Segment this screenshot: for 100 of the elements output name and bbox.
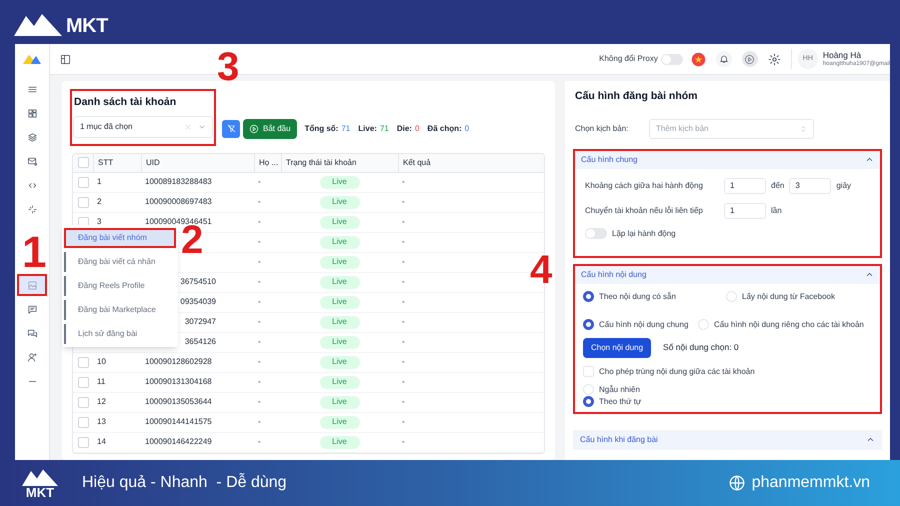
mail-icon [26,156,38,166]
account-select[interactable]: 1 mục đã chọn [73,116,213,138]
row-checkbox[interactable] [78,396,88,408]
table-cell: 100090128602928 [145,357,212,366]
table-cell: 11 [97,377,106,386]
table-cell: 13 [97,417,106,426]
logo-text: MKT [66,16,108,36]
play-icon[interactable] [742,51,758,67]
radio-button[interactable] [583,319,594,330]
radio-button[interactable] [583,291,594,302]
table-cell: - [258,237,261,246]
column-header: Họ ... [259,156,278,169]
status-badge: Live [320,436,360,449]
submenu-item[interactable]: Đăng bài viết nhóm [64,228,176,248]
radio-label: Cấu hình nội dung riêng cho các tài khoản [714,318,864,331]
table-cell: 36754510 [180,277,216,286]
section-header[interactable]: Cấu hình nội dung [575,266,880,284]
number-field[interactable]: 1 [724,178,766,194]
submenu-item[interactable]: Đăng bài viết cá nhân [64,252,176,272]
settings-icon[interactable] [768,52,781,66]
table-cell: 100090144141575 [145,417,212,426]
table-cell: 14 [97,437,106,446]
table-cell: - [402,417,405,426]
choose-content-button[interactable]: Chọn nội dung [583,338,652,358]
table-cell: - [258,257,261,266]
stat-value: 71 [380,122,389,135]
bell-icon[interactable] [716,51,732,67]
radio-label: Ngẫu nhiên [599,384,640,396]
table-cell: 100090135053644 [145,397,212,406]
logo-mountains-icon [12,12,64,36]
column-header: STT [98,156,114,169]
annotation-number: 1 [22,231,46,275]
table-cell: - [258,277,261,286]
section-header[interactable]: Cấu hình chung [575,150,880,169]
proxy-toggle[interactable] [660,54,683,64]
table-cell: - [402,277,405,286]
column-header: Kết quả [403,156,431,169]
table-cell: 3 [97,217,102,226]
table-cell: 12 [97,397,106,406]
number-field[interactable]: 3 [789,178,832,194]
row-checkbox[interactable] [78,376,88,388]
submenu-item[interactable]: Đăng Reels Profile [64,276,176,296]
column-header: UID [146,156,160,169]
table-cell: 100090131304168 [145,377,212,386]
table-cell: - [402,237,405,246]
start-button[interactable]: Bắt đầu [243,118,297,139]
panel-icon [60,54,71,64]
table-cell: - [402,197,405,206]
table-cell: - [402,397,405,406]
clear-icon[interactable] [184,122,192,131]
status-badge: Live [320,416,360,429]
annotation-number: 3 [217,47,240,87]
table-cell: - [258,377,261,386]
table-cell: - [402,337,405,346]
table-cell: 2 [97,197,102,206]
table-cell: 100090008697483 [145,197,212,206]
stat-value: 0 [414,122,420,135]
number-field[interactable]: 1 [724,202,766,219]
table-cell: - [258,357,261,366]
row-checkbox[interactable] [78,416,88,428]
row-checkbox[interactable] [78,436,88,448]
table-cell: - [402,217,405,226]
status-badge: Live [320,396,360,409]
content-count: Số nội dung chọn: 0 [663,341,739,354]
flag-icon[interactable] [690,52,706,66]
row-checkbox[interactable] [78,196,88,208]
layers-icon [26,132,38,142]
stat-label: Die: [396,122,412,135]
radio-label: Theo thứ tự [599,396,642,408]
table-cell: - [402,317,405,326]
submenu-item[interactable]: Đăng bài Marketplace [64,300,176,320]
radio-button[interactable] [583,396,594,408]
sidebar-item[interactable] [17,274,47,296]
filter-off-button[interactable] [222,120,240,138]
website-address: phanmemmkt.vn [752,473,870,493]
table-cell: - [402,437,405,446]
field-label: Chuyển tài khoản nếu lỗi liên tiếp [585,204,704,217]
stat-label: Live: [358,122,377,135]
table-cell: - [258,197,261,206]
table-cell: - [258,217,261,226]
checkbox[interactable] [583,366,594,378]
row-checkbox[interactable] [78,176,88,188]
status-badge: Live [320,216,360,229]
table-cell: - [258,417,261,426]
image-icon [26,280,38,290]
repeat-toggle[interactable] [585,228,607,240]
section-title: Danh sách tài khoản [73,95,178,110]
status-badge: Live [320,296,360,309]
stat-value: 71 [341,122,350,135]
section-header[interactable]: Cấu hình khi đăng bài [574,430,881,449]
table-cell: 10 [97,357,106,366]
status-badge: Live [320,276,360,289]
play-icon [249,124,259,134]
radio-label: Cấu hình nội dung chung [599,318,688,331]
header-checkbox[interactable] [78,157,88,168]
row-checkbox[interactable] [78,356,88,368]
submenu-item[interactable]: Lịch sử đăng bài [64,324,176,344]
table-cell: 3072947 [184,317,216,326]
stat-label: Tổng số: [304,122,338,135]
status-badge: Live [320,196,360,209]
